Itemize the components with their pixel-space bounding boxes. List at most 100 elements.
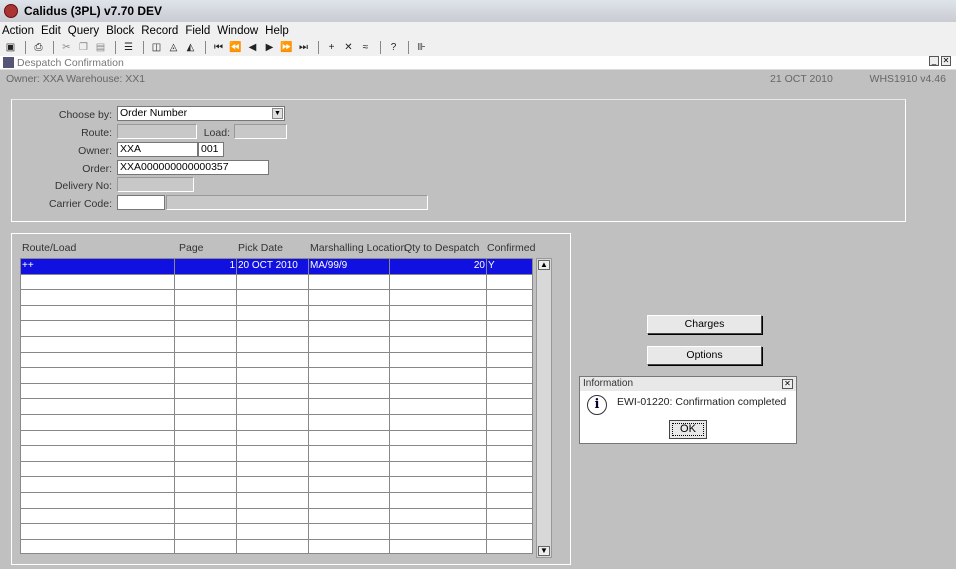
cell-qty-to-despatch[interactable]: [389, 460, 486, 477]
print-icon[interactable]: ⎙: [31, 41, 46, 55]
cell-page[interactable]: [174, 273, 236, 290]
clear-record-icon[interactable]: ≈: [358, 41, 373, 55]
grid-scrollbar[interactable]: ▲ ▼: [536, 258, 552, 558]
cell-qty-to-despatch[interactable]: [389, 476, 486, 492]
table-row[interactable]: [20, 382, 533, 399]
cell-confirmed[interactable]: [486, 460, 533, 477]
cell-marshalling-location[interactable]: [308, 367, 389, 383]
carrier-code-field[interactable]: [117, 195, 165, 210]
cell-pick-date[interactable]: [236, 351, 308, 368]
cell-pick-date[interactable]: [236, 445, 308, 461]
cell-route-load[interactable]: [20, 304, 174, 321]
help-icon[interactable]: ?: [386, 41, 401, 55]
cell-marshalling-location[interactable]: [308, 335, 389, 352]
charges-button[interactable]: Charges: [647, 315, 762, 334]
cell-marshalling-location[interactable]: [308, 538, 389, 555]
menu-record[interactable]: Record: [141, 25, 178, 37]
cell-marshalling-location[interactable]: [308, 476, 389, 492]
cell-route-load[interactable]: [20, 398, 174, 414]
table-row[interactable]: [20, 538, 533, 555]
cell-pick-date[interactable]: [236, 367, 308, 383]
cancel-query-icon[interactable]: ◭: [183, 41, 198, 55]
cell-page[interactable]: [174, 523, 236, 539]
table-row[interactable]: [20, 335, 533, 352]
insert-record-icon[interactable]: +: [324, 41, 339, 55]
cell-qty-to-despatch[interactable]: [389, 413, 486, 430]
table-row[interactable]: [20, 289, 533, 305]
cell-route-load[interactable]: [20, 460, 174, 477]
scroll-up-icon[interactable]: ▲: [538, 260, 550, 270]
table-row[interactable]: [20, 523, 533, 539]
cell-page[interactable]: [174, 320, 236, 336]
cell-qty-to-despatch[interactable]: [389, 491, 486, 508]
table-row[interactable]: [20, 413, 533, 430]
cell-confirmed[interactable]: [486, 445, 533, 461]
menu-help[interactable]: Help: [265, 25, 289, 37]
cell-route-load[interactable]: [20, 476, 174, 492]
cell-qty-to-despatch[interactable]: [389, 538, 486, 555]
menu-action[interactable]: Action: [2, 25, 34, 37]
cell-marshalling-location[interactable]: [308, 320, 389, 336]
close-icon[interactable]: ✕: [782, 379, 793, 389]
cell-page[interactable]: [174, 351, 236, 368]
list-icon[interactable]: ☰: [121, 41, 136, 55]
chevron-down-icon[interactable]: ▼: [272, 108, 283, 119]
cell-confirmed[interactable]: [486, 507, 533, 524]
exit-icon[interactable]: ⊪: [414, 41, 429, 55]
cell-qty-to-despatch[interactable]: [389, 382, 486, 399]
cell-route-load[interactable]: [20, 445, 174, 461]
cell-page[interactable]: [174, 335, 236, 352]
cell-qty-to-despatch[interactable]: [389, 398, 486, 414]
cell-pick-date[interactable]: [236, 335, 308, 352]
cell-qty-to-despatch[interactable]: [389, 273, 486, 290]
table-row[interactable]: [20, 273, 533, 290]
cell-pick-date[interactable]: [236, 460, 308, 477]
cell-confirmed[interactable]: [486, 491, 533, 508]
cell-route-load[interactable]: [20, 367, 174, 383]
cell-route-load[interactable]: [20, 320, 174, 336]
cell-marshalling-location[interactable]: [308, 289, 389, 305]
last-record-icon[interactable]: ⏭: [296, 41, 311, 55]
cell-qty-to-despatch[interactable]: [389, 507, 486, 524]
paste-icon[interactable]: ▤: [93, 41, 108, 55]
table-row[interactable]: [20, 320, 533, 336]
cell-route-load[interactable]: [20, 429, 174, 446]
cell-pick-date[interactable]: [236, 507, 308, 524]
owner-code-field[interactable]: 001: [198, 142, 224, 157]
cell-confirmed[interactable]: Y: [486, 258, 533, 274]
menu-query[interactable]: Query: [68, 25, 99, 37]
cell-pick-date[interactable]: [236, 382, 308, 399]
cell-pick-date[interactable]: [236, 320, 308, 336]
table-row[interactable]: [20, 445, 533, 461]
cell-marshalling-location[interactable]: [308, 398, 389, 414]
cell-marshalling-location[interactable]: [308, 523, 389, 539]
table-row[interactable]: [20, 367, 533, 383]
cell-confirmed[interactable]: [486, 289, 533, 305]
cell-pick-date[interactable]: [236, 476, 308, 492]
cell-pick-date[interactable]: [236, 304, 308, 321]
cell-page[interactable]: [174, 367, 236, 383]
cell-pick-date[interactable]: [236, 413, 308, 430]
cell-page[interactable]: [174, 538, 236, 555]
cell-marshalling-location[interactable]: MA/99/9: [308, 258, 389, 274]
cell-confirmed[interactable]: [486, 398, 533, 414]
cell-route-load[interactable]: [20, 413, 174, 430]
execute-query-icon[interactable]: ◬: [166, 41, 181, 55]
menu-block[interactable]: Block: [106, 25, 134, 37]
cell-route-load[interactable]: [20, 273, 174, 290]
previous-block-icon[interactable]: ⏪: [228, 41, 243, 55]
owner-field[interactable]: XXA: [117, 142, 198, 157]
cell-marshalling-location[interactable]: [308, 460, 389, 477]
cell-confirmed[interactable]: [486, 413, 533, 430]
cell-page[interactable]: [174, 429, 236, 446]
options-button[interactable]: Options: [647, 346, 762, 365]
menu-field[interactable]: Field: [185, 25, 210, 37]
next-record-icon[interactable]: ▶: [262, 41, 277, 55]
cell-confirmed[interactable]: [486, 367, 533, 383]
cell-page[interactable]: [174, 476, 236, 492]
cell-marshalling-location[interactable]: [308, 507, 389, 524]
cell-confirmed[interactable]: [486, 335, 533, 352]
delete-record-icon[interactable]: ✕: [341, 41, 356, 55]
cell-confirmed[interactable]: [486, 304, 533, 321]
cell-page[interactable]: [174, 491, 236, 508]
